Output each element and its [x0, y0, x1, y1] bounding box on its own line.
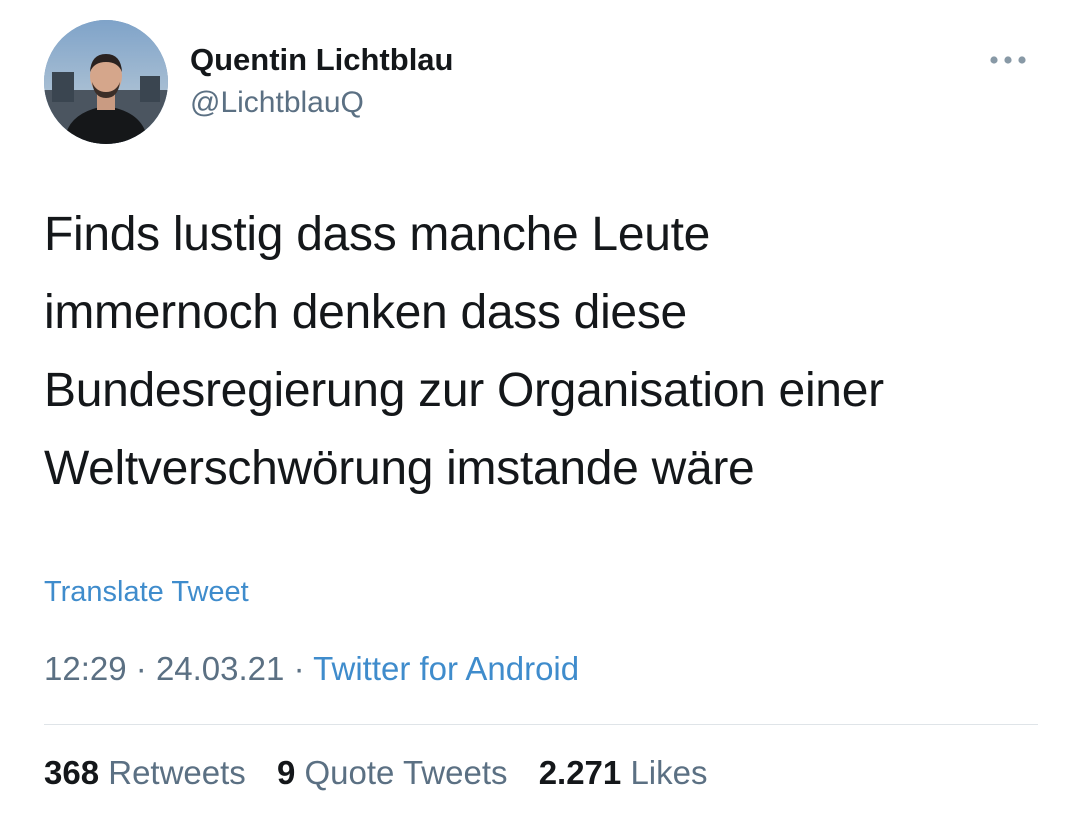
- quote-tweets-stat[interactable]: 9 Quote Tweets: [277, 754, 508, 792]
- tweet-date: 24.03.21: [155, 650, 285, 687]
- translate-tweet-link[interactable]: Translate Tweet: [44, 576, 249, 609]
- tweet-source-link[interactable]: Twitter for Android: [313, 650, 579, 687]
- quote-tweets-count: 9: [276, 754, 296, 791]
- quote-tweets-label: Quote Tweets: [304, 754, 508, 791]
- author-name[interactable]: Quentin Lichtblau: [190, 42, 454, 78]
- likes-label: Likes: [630, 754, 708, 791]
- meta-separator: ·: [293, 650, 305, 687]
- likes-count: 2.271: [538, 754, 622, 791]
- retweets-label: Retweets: [108, 754, 246, 791]
- profile-photo-icon: [44, 20, 168, 144]
- tweet-stats: 368 Retweets 9 Quote Tweets 2.271 Likes: [44, 754, 730, 792]
- tweet-time: 12:29: [44, 650, 127, 687]
- tweet-card: Quentin Lichtblau @LichtblauQ Finds lust…: [0, 0, 1080, 822]
- tweet-text: Finds lustig dass manche Leute immernoch…: [44, 208, 884, 495]
- meta-separator: ·: [135, 650, 147, 687]
- retweets-stat[interactable]: 368 Retweets: [44, 754, 246, 792]
- author-avatar[interactable]: [44, 20, 168, 144]
- retweets-count: 368: [44, 754, 100, 791]
- more-dots-icon[interactable]: [986, 50, 1030, 70]
- stats-divider: [44, 724, 1038, 725]
- likes-stat[interactable]: 2.271 Likes: [539, 754, 708, 792]
- tweet-meta: 12:29 · 24.03.21 · Twitter for Android: [44, 650, 579, 688]
- author-handle[interactable]: @LichtblauQ: [190, 86, 364, 120]
